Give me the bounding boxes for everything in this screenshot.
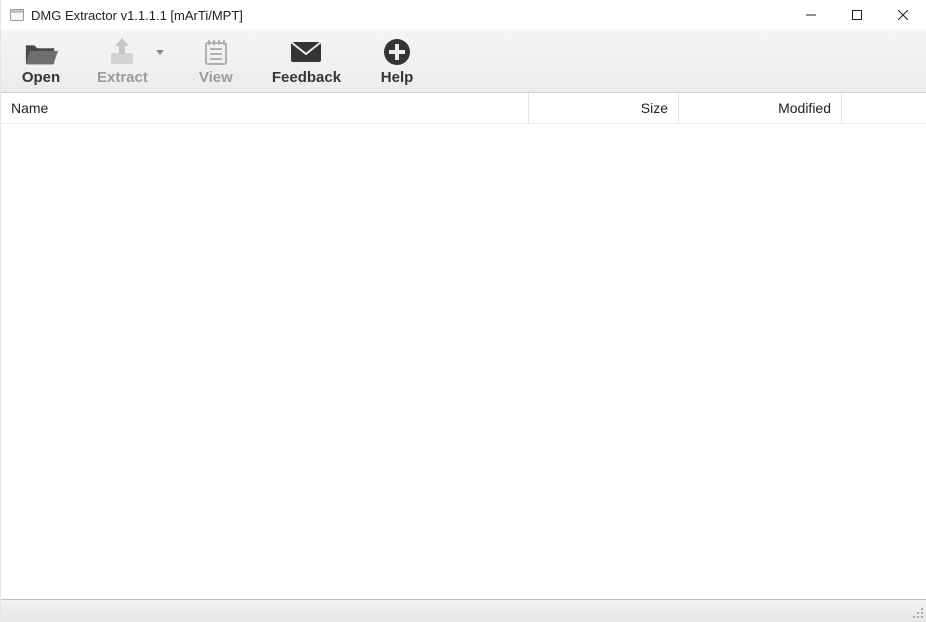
minimize-button[interactable] — [788, 0, 834, 30]
column-header-name-label: Name — [11, 100, 48, 116]
titlebar: DMG Extractor v1.1.1.1 [mArTi/MPT] — [1, 0, 926, 31]
notepad-icon — [199, 37, 233, 67]
maximize-button[interactable] — [834, 0, 880, 30]
view-button[interactable]: View — [188, 35, 244, 88]
extract-icon — [105, 37, 139, 67]
status-bar — [1, 599, 926, 622]
envelope-icon — [289, 37, 323, 67]
file-list-area[interactable] — [1, 124, 926, 599]
open-label: Open — [22, 69, 60, 86]
toolbar: Open Extract — [1, 31, 926, 93]
open-folder-icon — [24, 37, 58, 67]
extract-label: Extract — [97, 69, 148, 86]
extract-button[interactable]: Extract — [93, 35, 152, 88]
window-title: DMG Extractor v1.1.1.1 [mArTi/MPT] — [31, 8, 243, 23]
column-header-tail — [842, 93, 926, 123]
extract-dropdown-caret-icon[interactable] — [156, 49, 164, 57]
view-label: View — [199, 69, 233, 86]
feedback-button[interactable]: Feedback — [268, 35, 345, 88]
app-icon — [9, 7, 25, 23]
column-header-modified-label: Modified — [778, 100, 831, 116]
help-button[interactable]: Help — [369, 35, 425, 88]
resize-grip-icon[interactable] — [908, 603, 924, 619]
help-plus-icon — [380, 37, 414, 67]
extract-split-button[interactable]: Extract — [93, 35, 164, 88]
app-window: DMG Extractor v1.1.1.1 [mArTi/MPT] Open — [0, 0, 926, 622]
close-button[interactable] — [880, 0, 926, 30]
column-header-row: Name Size Modified — [1, 93, 926, 124]
open-button[interactable]: Open — [13, 35, 69, 88]
column-header-modified[interactable]: Modified — [679, 93, 842, 123]
column-header-name[interactable]: Name — [1, 93, 529, 123]
column-header-size[interactable]: Size — [529, 93, 679, 123]
help-label: Help — [381, 69, 414, 86]
feedback-label: Feedback — [272, 69, 341, 86]
column-header-size-label: Size — [641, 100, 668, 116]
